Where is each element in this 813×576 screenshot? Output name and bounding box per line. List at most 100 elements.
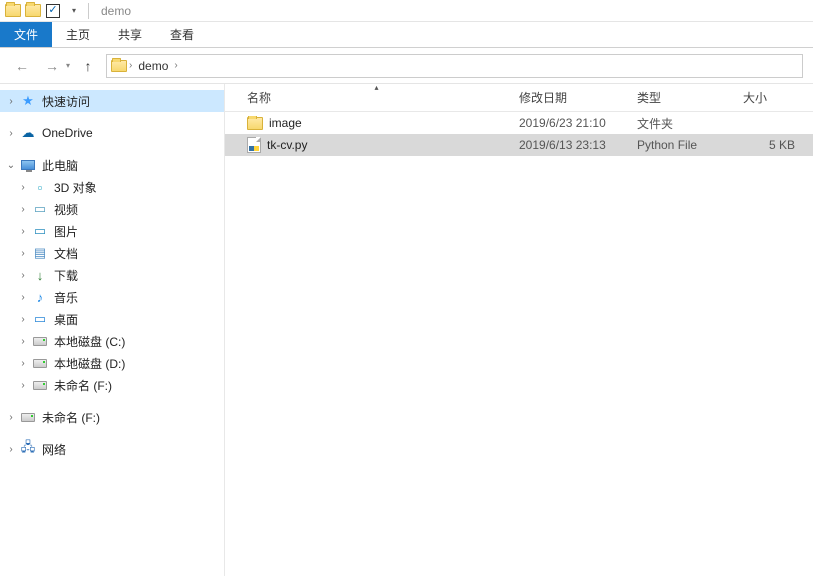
sidebar-item-music-5[interactable]: › ♪ 音乐 — [0, 286, 224, 308]
expand-icon[interactable]: › — [18, 336, 28, 347]
expand-icon[interactable]: › — [6, 444, 16, 455]
sidebar-item-onedrive[interactable]: › ☁ OneDrive — [0, 122, 224, 144]
expand-icon[interactable]: › — [18, 204, 28, 215]
titlebar: ✓ ▾ demo — [0, 0, 813, 22]
properties-checkbox-icon[interactable]: ✓ — [44, 2, 62, 20]
sidebar-item-doc-3[interactable]: › ▤ 文档 — [0, 242, 224, 264]
column-header-type[interactable]: 类型 — [631, 84, 737, 111]
doc-icon: ▤ — [32, 245, 48, 261]
ribbon-tabs: 文件 主页 共享 查看 — [0, 22, 813, 48]
navigation-bar: ← → ▾ ↑ › demo › — [0, 48, 813, 84]
column-label: 修改日期 — [519, 89, 567, 106]
up-button[interactable]: ↑ — [76, 54, 100, 78]
sidebar-item-3d-0[interactable]: › ▫ 3D 对象 — [0, 176, 224, 198]
sidebar-item-label: 视频 — [54, 201, 78, 218]
network-icon: 🖧 — [20, 441, 36, 457]
sidebar-item-label: 本地磁盘 (C:) — [54, 333, 125, 350]
sidebar-item-label: 快速访问 — [42, 93, 90, 110]
sidebar-item-dl-4[interactable]: ›↓下载 — [0, 264, 224, 286]
cell-type: Python File — [631, 138, 737, 152]
chevron-right-icon[interactable]: › — [129, 60, 132, 71]
column-header-date[interactable]: 修改日期 — [513, 84, 631, 111]
qat-dropdown-icon[interactable]: ▾ — [64, 2, 82, 20]
tab-share[interactable]: 共享 — [104, 22, 156, 47]
cell-type: 文件夹 — [631, 115, 737, 132]
collapse-icon[interactable]: ⌄ — [6, 160, 16, 171]
sidebar-item-quick-access[interactable]: › ★ 快速访问 — [0, 90, 224, 112]
expand-icon[interactable]: › — [6, 412, 16, 423]
3d-icon: ▫ — [32, 179, 48, 195]
pic-icon: ▭ — [32, 223, 48, 239]
tab-home[interactable]: 主页 — [52, 22, 104, 47]
sidebar-item-label: 3D 对象 — [54, 179, 97, 196]
sidebar-item-label: 下载 — [54, 267, 78, 284]
expand-icon[interactable]: › — [18, 314, 28, 325]
cloud-icon: ☁ — [20, 125, 36, 141]
expand-icon[interactable]: › — [18, 182, 28, 193]
app-folder-icon[interactable] — [4, 2, 22, 20]
expand-icon[interactable]: › — [18, 380, 28, 391]
navigation-pane[interactable]: › ★ 快速访问 › ☁ OneDrive ⌄ 此电脑 ›▫3D 对象›▭视频›… — [0, 84, 225, 576]
sidebar-item-network[interactable]: › 🖧 网络 — [0, 438, 224, 460]
cell-name: tk-cv.py — [241, 137, 513, 153]
sidebar-item-label: 文档 — [54, 245, 78, 262]
column-header-size[interactable]: 大小 — [737, 84, 805, 111]
file-row[interactable]: image2019/6/23 21:10文件夹 — [225, 112, 813, 134]
sidebar-item-label: 未命名 (F:) — [42, 409, 100, 426]
back-button[interactable]: ← — [10, 54, 34, 78]
tab-view[interactable]: 查看 — [156, 22, 208, 47]
file-list-pane: ▴ 名称 修改日期 类型 大小 image2019/6/23 21:10文件夹t… — [225, 84, 813, 576]
sidebar-item-drive-8[interactable]: › 本地磁盘 (D:) — [0, 352, 224, 374]
forward-button[interactable]: → — [40, 54, 64, 78]
sidebar-item-label: 未命名 (F:) — [54, 377, 112, 394]
expand-icon[interactable]: › — [6, 128, 16, 139]
file-row[interactable]: tk-cv.py2019/6/13 23:13Python File5 KB — [225, 134, 813, 156]
expand-icon[interactable]: › — [18, 226, 28, 237]
sidebar-item-label: 此电脑 — [42, 157, 78, 174]
column-label: 名称 — [247, 89, 271, 106]
music-icon: ♪ — [32, 289, 48, 305]
sidebar-item-removable[interactable]: › 未命名 (F:) — [0, 406, 224, 428]
sidebar-item-label: 网络 — [42, 441, 66, 458]
expand-icon[interactable]: › — [18, 292, 28, 303]
column-header-name[interactable]: ▴ 名称 — [241, 84, 513, 111]
sidebar-item-label: 音乐 — [54, 289, 78, 306]
sidebar-item-this-pc[interactable]: ⌄ 此电脑 — [0, 154, 224, 176]
window-title: demo — [101, 4, 131, 18]
drive-icon — [32, 377, 48, 393]
quick-access-toolbar: ✓ ▾ demo — [0, 2, 131, 20]
drive-icon — [32, 355, 48, 371]
sidebar-item-label: OneDrive — [42, 126, 93, 140]
explorer-body: › ★ 快速访问 › ☁ OneDrive ⌄ 此电脑 ›▫3D 对象›▭视频›… — [0, 84, 813, 576]
file-name: image — [269, 116, 302, 130]
sidebar-item-label: 桌面 — [54, 311, 78, 328]
computer-icon — [20, 157, 36, 173]
sidebar-item-drive-7[interactable]: › 本地磁盘 (C:) — [0, 330, 224, 352]
tab-file[interactable]: 文件 — [0, 22, 52, 47]
sidebar-item-pic-2[interactable]: ›▭图片 — [0, 220, 224, 242]
video-icon: ▭ — [32, 201, 48, 217]
column-headers: ▴ 名称 修改日期 类型 大小 — [225, 84, 813, 112]
address-bar[interactable]: › demo › — [106, 54, 803, 78]
breadcrumb-demo[interactable]: demo — [134, 59, 172, 73]
cell-size: 5 KB — [737, 138, 805, 152]
file-icon — [247, 137, 261, 153]
sidebar-item-drive-9[interactable]: › 未命名 (F:) — [0, 374, 224, 396]
sort-ascending-icon: ▴ — [374, 83, 378, 92]
desktop-icon: ▭ — [32, 311, 48, 327]
history-dropdown-icon[interactable]: ▾ — [66, 61, 70, 70]
expand-icon[interactable]: › — [18, 358, 28, 369]
drive-icon — [32, 333, 48, 349]
sidebar-item-label: 本地磁盘 (D:) — [54, 355, 125, 372]
expand-icon[interactable]: › — [18, 248, 28, 259]
expand-icon[interactable]: › — [6, 96, 16, 107]
chevron-right-icon[interactable]: › — [174, 60, 177, 71]
expand-icon[interactable]: › — [18, 270, 28, 281]
quick-folder-icon[interactable] — [24, 2, 42, 20]
cell-date: 2019/6/13 23:13 — [513, 138, 631, 152]
column-label: 大小 — [743, 89, 767, 106]
qat-separator — [88, 3, 89, 19]
sidebar-item-desktop-6[interactable]: › ▭ 桌面 — [0, 308, 224, 330]
file-rows[interactable]: image2019/6/23 21:10文件夹tk-cv.py2019/6/13… — [225, 112, 813, 576]
sidebar-item-video-1[interactable]: › ▭ 视频 — [0, 198, 224, 220]
